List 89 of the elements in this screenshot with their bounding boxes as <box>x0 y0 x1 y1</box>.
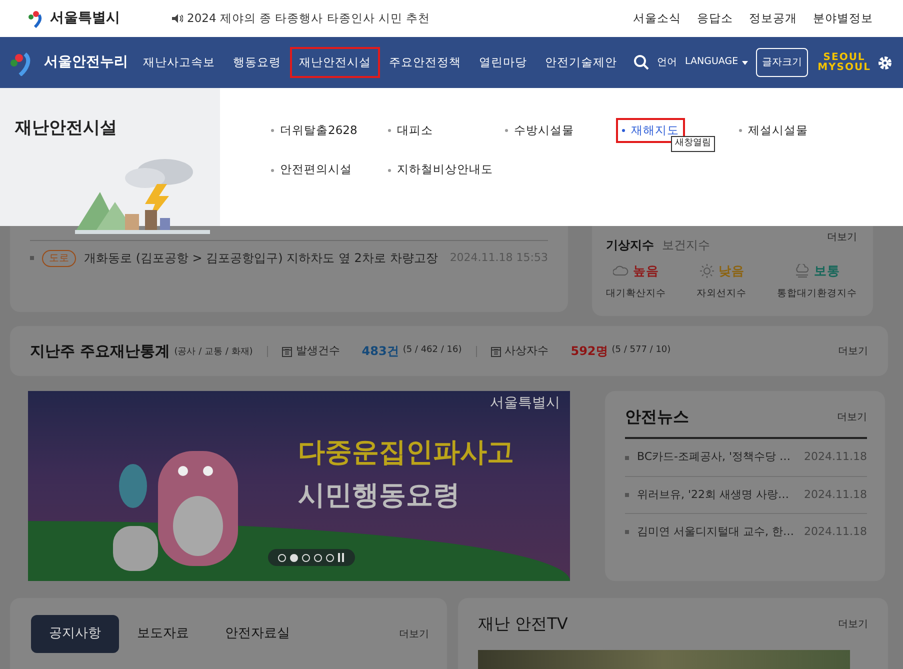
slide-indicator[interactable] <box>314 554 322 562</box>
promo-banner[interactable]: 서울특별시 다중운집인파사고 시민행동요령 <box>28 391 570 581</box>
top-link[interactable]: 분야별정보 <box>813 10 873 28</box>
index-status: 보통 <box>814 262 840 280</box>
cloud-icon <box>613 264 629 278</box>
nav-menu-item[interactable]: 열린마당 <box>470 46 536 78</box>
slide-indicator[interactable] <box>326 554 334 562</box>
more-link[interactable]: 더보기 <box>827 230 857 245</box>
board-tab[interactable]: 보도자료 <box>119 615 207 653</box>
bullet-icon <box>625 530 629 534</box>
brand-logo-text: SEOUL <box>823 52 866 62</box>
bullet-icon <box>625 456 629 460</box>
submenu-link[interactable]: 제설시설물 <box>733 118 814 144</box>
more-link[interactable]: 더보기 <box>837 410 867 424</box>
site-logo-text[interactable]: 서울안전누리 <box>44 52 128 73</box>
news-link[interactable]: 위러브유, '22회 새생명 사랑… <box>637 486 790 504</box>
submenu-link[interactable]: 안전편의시설 <box>265 157 358 182</box>
settings-icon[interactable] <box>877 54 893 70</box>
incident-title[interactable]: 개화동로 (김포공항 > 김포공항입구) 지하차도 옆 2차로 차량고장 <box>84 249 438 267</box>
nav-menu-item[interactable]: 행동요령 <box>224 46 290 78</box>
top-link[interactable]: 정보공개 <box>749 10 797 28</box>
top-link[interactable]: 서울소식 <box>633 10 681 28</box>
language-label: 언어 <box>657 56 677 70</box>
haze-icon <box>794 264 810 278</box>
language-dropdown[interactable]: LANGUAGE <box>685 55 748 70</box>
section-subtitle: (공사 / 교통 / 화재) <box>174 346 253 360</box>
stat-detail: (5 / 577 / 10) <box>612 344 671 358</box>
top-link[interactable]: 응답소 <box>697 10 733 28</box>
index-tab[interactable]: 기상지수 <box>606 236 654 254</box>
news-link[interactable]: 김미연 서울디지털대 교수, 한… <box>637 524 794 540</box>
nav-menu-item[interactable]: 안전기술제안 <box>536 46 626 78</box>
site-logo-text[interactable]: 서울특별시 <box>50 8 120 29</box>
news-date: 2024.11.18 <box>804 486 867 503</box>
index-name: 대기확산지수 <box>606 286 666 301</box>
menu-title: 재난안전시설 <box>15 117 118 140</box>
news-date: 2024.11.18 <box>804 449 867 466</box>
banner-org-text: 서울특별시 <box>490 394 560 413</box>
submenu-link[interactable]: 대피소 <box>382 118 439 144</box>
index-status: 낮음 <box>718 262 744 280</box>
board-tab[interactable]: 공지사항 <box>31 615 119 653</box>
bullet-icon <box>388 129 391 132</box>
category-tag: 도로 <box>42 250 76 266</box>
slide-indicator[interactable] <box>302 554 310 562</box>
nav-menu-item[interactable]: 재난안전시설 <box>290 46 380 78</box>
banner-subline: 시민행동요령 <box>298 479 460 513</box>
bullet-icon <box>505 129 508 132</box>
submenu-link[interactable]: 수방시설물 <box>499 118 580 144</box>
pause-icon[interactable] <box>338 553 345 562</box>
calendar-icon <box>490 346 501 356</box>
index-name: 통합대기환경지수 <box>777 286 857 301</box>
stat-value: 592명 <box>570 343 608 360</box>
stat-label: 사상자수 <box>504 342 549 359</box>
nav-menu-item[interactable]: 재난사고속보 <box>134 46 224 78</box>
more-link[interactable]: 더보기 <box>838 344 868 358</box>
search-icon[interactable] <box>634 55 649 70</box>
stat-value: 483건 <box>362 343 399 360</box>
speaker-icon <box>172 14 183 23</box>
bullet-icon <box>739 129 742 132</box>
notice-link[interactable]: 2024 제야의 종 타종행사 타종인사 시민 추천 <box>187 10 430 28</box>
bullet-icon <box>271 168 274 172</box>
caret-icon <box>742 60 748 64</box>
tooltip: 새창열림 <box>671 136 715 152</box>
banner-headline: 다중운집인파사고 <box>298 436 514 470</box>
more-link[interactable]: 더보기 <box>399 626 429 642</box>
bullet-icon <box>625 493 629 497</box>
bullet-icon <box>388 168 391 172</box>
more-link[interactable]: 더보기 <box>838 616 868 632</box>
bullet-icon <box>622 129 625 132</box>
brand-logo-text: MYSOUL <box>818 62 871 72</box>
section-title: 지난주 주요재난통계 <box>30 340 170 362</box>
bullet-icon <box>271 129 274 132</box>
board-tab[interactable]: 안전자료실 <box>207 615 308 653</box>
submenu-link[interactable]: 지하철비상안내도 <box>382 157 499 182</box>
news-date: 2024.11.18 <box>804 524 867 540</box>
slide-indicator[interactable] <box>290 554 298 562</box>
slide-indicator[interactable] <box>278 554 286 562</box>
stat-label: 발생건수 <box>296 342 340 359</box>
bullet-icon <box>30 256 34 260</box>
nav-menu-item[interactable]: 주요안전정책 <box>380 46 470 78</box>
section-title: 안전뉴스 <box>625 406 689 428</box>
calendar-icon <box>282 346 292 356</box>
section-title: 재난 안전TV <box>478 613 568 635</box>
index-name: 자외선지수 <box>696 286 746 301</box>
news-link[interactable]: BC카드-조폐공사, '정책수당 … <box>637 449 791 466</box>
index-status: 높음 <box>633 262 659 280</box>
font-size-button[interactable]: 글자크기 <box>756 48 808 77</box>
sun-icon <box>698 264 714 278</box>
submenu-link[interactable]: 더위탈출2628 <box>265 118 364 144</box>
stat-detail: (5 / 462 / 16) <box>402 344 462 358</box>
